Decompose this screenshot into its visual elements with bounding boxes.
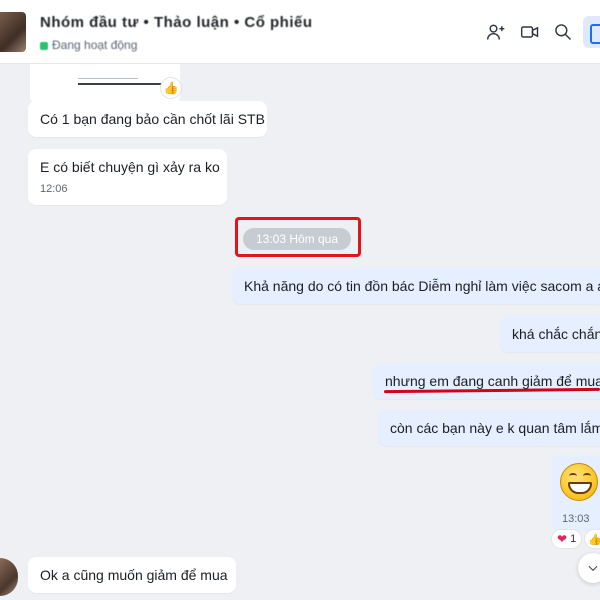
sender-avatar[interactable] <box>0 558 18 596</box>
message-text: Có 1 bạn đang bảo cần chốt lãi STB <box>40 111 265 127</box>
message-text: Khả năng do có tin đồn bác Diễm nghỉ làm… <box>244 278 600 294</box>
heart-icon: ❤ <box>557 532 568 546</box>
add-member-icon[interactable] <box>484 20 508 44</box>
conversation-title[interactable]: Nhóm đầu tư • Thảo luận • Cổ phiếu <box>40 14 313 31</box>
group-avatar[interactable] <box>0 12 26 52</box>
thumbs-up-icon[interactable]: 👍 <box>160 77 182 99</box>
conversation-subtitle: Đang hoạt động <box>40 38 137 52</box>
message-text: nhưng em đang canh giảm để mua <box>385 373 600 389</box>
status-text: Đang hoạt động <box>52 38 138 52</box>
card-divider <box>78 78 138 79</box>
message-outgoing[interactable]: còn các bạn này e k quan tâm lắm <box>378 410 600 446</box>
reaction-count: 1 <box>570 533 577 545</box>
grinning-face-icon <box>560 463 598 501</box>
message-outgoing[interactable]: khá chắc chắn <box>500 316 600 352</box>
message-incoming[interactable]: Có 1 bạn đang bảo cần chốt lãi STB <box>28 101 267 137</box>
message-incoming[interactable]: E có biết chuyện gì xảy ra ko 12:06 <box>28 149 227 205</box>
time-divider: 13:03 Hôm qua <box>243 228 351 250</box>
online-status-icon <box>40 41 48 50</box>
chat-header: Nhóm đầu tư • Thảo luận • Cổ phiếu Đang … <box>0 0 600 64</box>
chevron-down-icon <box>588 565 598 572</box>
message-text: khá chắc chắn <box>512 326 600 342</box>
message-time: 12:06 <box>40 183 68 195</box>
message-outgoing[interactable]: Khả năng do có tin đồn bác Diễm nghỉ làm… <box>232 268 600 304</box>
message-text: Ok a cũng muốn giảm để mua <box>40 567 228 583</box>
message-text: còn các bạn này e k quan tâm lắm <box>390 420 600 436</box>
card-progress-bar <box>78 83 164 85</box>
heart-reaction[interactable]: ❤ 1 <box>551 529 583 549</box>
side-panel-icon[interactable] <box>583 16 600 48</box>
thumbs-up-icon[interactable]: 👍 <box>584 529 600 549</box>
previous-message-card[interactable] <box>30 64 180 104</box>
video-call-icon[interactable] <box>518 20 542 44</box>
search-icon[interactable] <box>551 20 575 44</box>
emoji-eye <box>583 473 591 479</box>
emoji-eye <box>569 473 577 479</box>
emoji-mouth <box>568 482 592 494</box>
message-incoming[interactable]: Ok a cũng muốn giảm để mua <box>28 557 236 593</box>
message-outgoing[interactable]: nhưng em đang canh giảm để mua <box>373 363 600 399</box>
message-text: E có biết chuyện gì xảy ra ko <box>40 159 220 175</box>
message-time: 13:03 <box>562 513 590 525</box>
scroll-to-bottom-button[interactable] <box>578 553 600 583</box>
